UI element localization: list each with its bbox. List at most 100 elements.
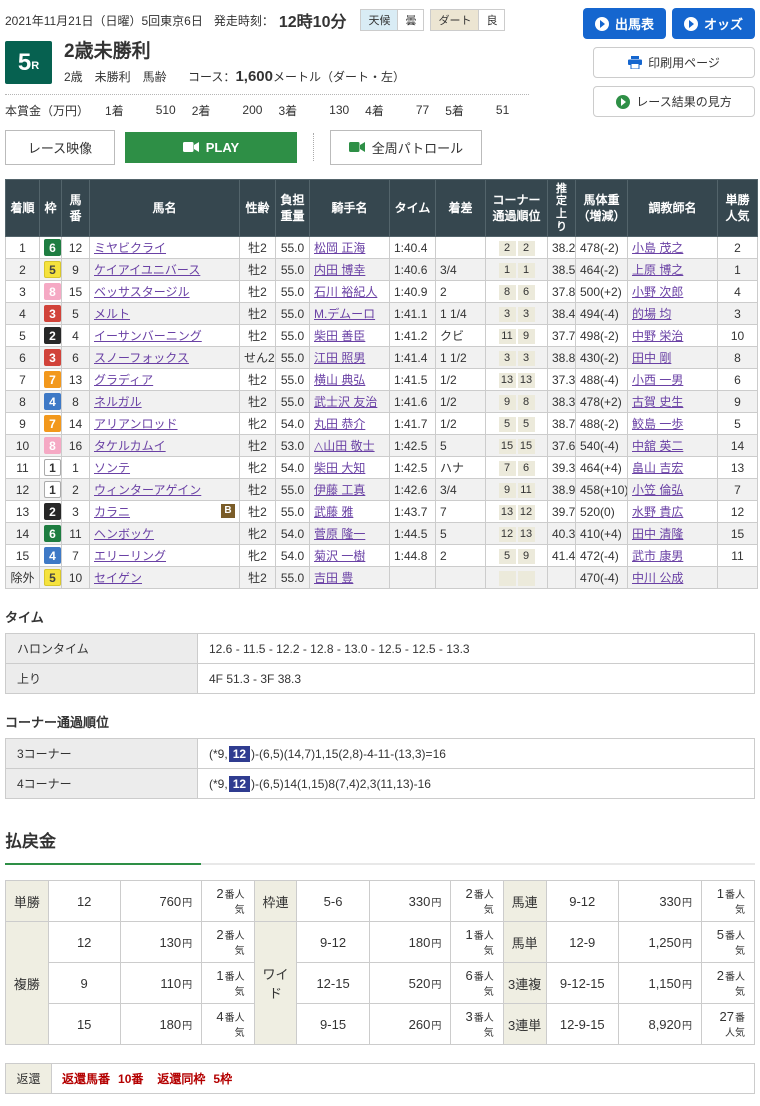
table-row: 524イーサンバーニング牡255.0柴田 善臣1:41.2クビ11937.749… — [6, 325, 758, 347]
payout-amount: 180円 — [369, 922, 451, 963]
time-cell: 1:40.4 — [390, 237, 436, 259]
payout-popularity: 1番人気 — [702, 881, 755, 922]
table-row: 9714アリアンロッド牝254.0丸田 恭介1:41.71/25538.7488… — [6, 413, 758, 435]
rank-cell: 4 — [6, 303, 40, 325]
jockey-link[interactable]: 柴田 大知 — [314, 461, 365, 475]
horse-link[interactable]: ウィンターアゲイン — [94, 483, 201, 497]
jockey-link[interactable]: △山田 敬士 — [314, 439, 375, 453]
jockey-link[interactable]: 内田 博幸 — [314, 263, 365, 277]
jockey-link[interactable]: 菊沢 一樹 — [314, 549, 365, 563]
popularity-cell: 6 — [718, 369, 758, 391]
payout-combination: 5-6 — [297, 881, 370, 922]
jockey-link[interactable]: 江田 照男 — [314, 351, 365, 365]
horse-link[interactable]: ネルガル — [94, 395, 142, 409]
payout-popularity: 1番人気 — [451, 922, 503, 963]
column-header: 馬名 — [90, 179, 240, 237]
payout-row: 複勝12130円2番人気ワイド9-12180円1番人気馬単12-91,250円5… — [6, 922, 755, 963]
corner-order-cell: 55 — [486, 413, 548, 435]
horse-link[interactable]: グラディア — [94, 373, 153, 387]
jockey-link[interactable]: M.デムーロ — [314, 307, 375, 321]
table-row: 1111ソンテ牝254.0柴田 大知1:42.5ハナ7639.3464(+4)畠… — [6, 457, 758, 479]
jockey-link[interactable]: 石川 裕紀人 — [314, 285, 377, 299]
play-button[interactable]: PLAY — [125, 132, 297, 163]
print-button[interactable]: 印刷用ページ — [593, 47, 755, 78]
circle-arrow-icon — [595, 17, 609, 31]
jockey-link[interactable]: 横山 典弘 — [314, 373, 365, 387]
horse-link[interactable]: ケイアイユニバース — [94, 263, 200, 277]
margin-cell: 5 — [436, 523, 486, 545]
jockey-link[interactable]: 伊藤 工真 — [314, 483, 365, 497]
horse-name-cell: タケルカムイ — [90, 435, 240, 457]
jockey-cell: 横山 典弘 — [310, 369, 390, 391]
horse-link[interactable]: カラニ — [94, 505, 130, 519]
horse-link[interactable]: ベッサスタージル — [94, 285, 190, 299]
guide-button[interactable]: レース結果の見方 — [593, 86, 755, 117]
agari-cell: 38.5 — [548, 259, 576, 281]
horse-link[interactable]: タケルカムイ — [94, 439, 166, 453]
page-header: 2021年11月21日（日曜）5回東京6日 発走時刻： 12時10分 天候曇 ダ… — [5, 5, 755, 173]
waku-cell: 3 — [40, 347, 62, 369]
trainer-link[interactable]: 上原 博之 — [632, 263, 683, 277]
horse-link[interactable]: アリアンロッド — [94, 417, 178, 431]
race-date: 2021年11月21日（日曜）5回東京6日 — [5, 12, 203, 29]
horse-link[interactable]: イーサンバーニング — [94, 329, 202, 343]
trainer-link[interactable]: 中野 栄治 — [632, 329, 683, 343]
camera-icon — [349, 141, 365, 153]
payout-combination: 12 — [48, 881, 120, 922]
trainer-link[interactable]: 水野 貴広 — [632, 505, 683, 519]
trainer-link[interactable]: 畠山 吉宏 — [632, 461, 683, 475]
jockey-cell: △山田 敬士 — [310, 435, 390, 457]
trainer-cell: 鮫島 一歩 — [628, 413, 718, 435]
horse-link[interactable]: ヘンボッケ — [94, 527, 154, 541]
refund-item-label: 返還同枠 — [157, 1072, 205, 1086]
horse-link[interactable]: エリーリング — [94, 549, 166, 563]
trainer-link[interactable]: 小島 茂之 — [632, 241, 683, 255]
ninki-unit: 番人気 — [725, 1013, 745, 1039]
jockey-link[interactable]: 武藤 雅 — [314, 505, 353, 519]
trainer-link[interactable]: 小笠 倫弘 — [632, 483, 683, 497]
trainer-link[interactable]: 中舘 英二 — [632, 439, 683, 453]
load-weight-cell: 55.0 — [276, 391, 310, 413]
trainer-link[interactable]: 小野 次郎 — [632, 285, 683, 299]
horse-link[interactable]: ソンテ — [94, 461, 130, 475]
weather-value: 曇 — [397, 9, 424, 31]
waku-badge: 8 — [44, 437, 61, 454]
jockey-link[interactable]: 丸田 恭介 — [314, 417, 365, 431]
trainer-link[interactable]: 鮫島 一歩 — [632, 417, 683, 431]
payout-popularity: 2番人気 — [702, 963, 755, 1004]
entries-button[interactable]: 出馬表 — [583, 8, 666, 39]
trainer-link[interactable]: 中川 公成 — [632, 571, 683, 585]
waku-cell: 6 — [40, 523, 62, 545]
body-weight-cell: 478(-2) — [576, 237, 628, 259]
jockey-cell: 伊藤 工真 — [310, 479, 390, 501]
body-weight-cell: 470(-4) — [576, 567, 628, 589]
horse-link[interactable]: セイゲン — [94, 571, 142, 585]
jockey-link[interactable]: 武士沢 友治 — [314, 395, 377, 409]
condition-badges: 天候曇 ダート良 — [361, 9, 505, 31]
trainer-link[interactable]: 田中 清隆 — [632, 527, 683, 541]
horse-link[interactable]: メルト — [94, 307, 130, 321]
rank-cell: 2 — [6, 259, 40, 281]
waku-badge: 5 — [44, 261, 61, 278]
sex-age-cell: 牡2 — [240, 369, 276, 391]
race-video-button[interactable]: レース映像 — [5, 130, 115, 165]
odds-button[interactable]: オッズ — [672, 8, 755, 39]
corner-3-box: 12 — [499, 527, 516, 542]
trainer-link[interactable]: 田中 剛 — [632, 351, 671, 365]
horse-link[interactable]: スノーフォックス — [94, 351, 189, 365]
trainer-link[interactable]: 古賀 史生 — [632, 395, 683, 409]
yen-unit: 円 — [182, 939, 192, 950]
ninki-unit: 番人気 — [225, 1013, 245, 1039]
jockey-link[interactable]: 吉田 豊 — [314, 571, 353, 585]
trainer-link[interactable]: 小西 一男 — [632, 373, 683, 387]
patrol-button[interactable]: 全周パトロール — [330, 130, 482, 165]
table-row: 1547エリーリング牝254.0菊沢 一樹1:44.825941.4472(-4… — [6, 545, 758, 567]
trainer-link[interactable]: 武市 康男 — [632, 549, 683, 563]
jockey-link[interactable]: 柴田 善臣 — [314, 329, 365, 343]
payout-amount: 1,150円 — [619, 963, 702, 1004]
trainer-link[interactable]: 的場 均 — [632, 307, 671, 321]
horse-link[interactable]: ミヤビクライ — [94, 241, 166, 255]
jockey-link[interactable]: 菅原 隆一 — [314, 527, 365, 541]
waku-cell: 4 — [40, 545, 62, 567]
jockey-link[interactable]: 松岡 正海 — [314, 241, 365, 255]
